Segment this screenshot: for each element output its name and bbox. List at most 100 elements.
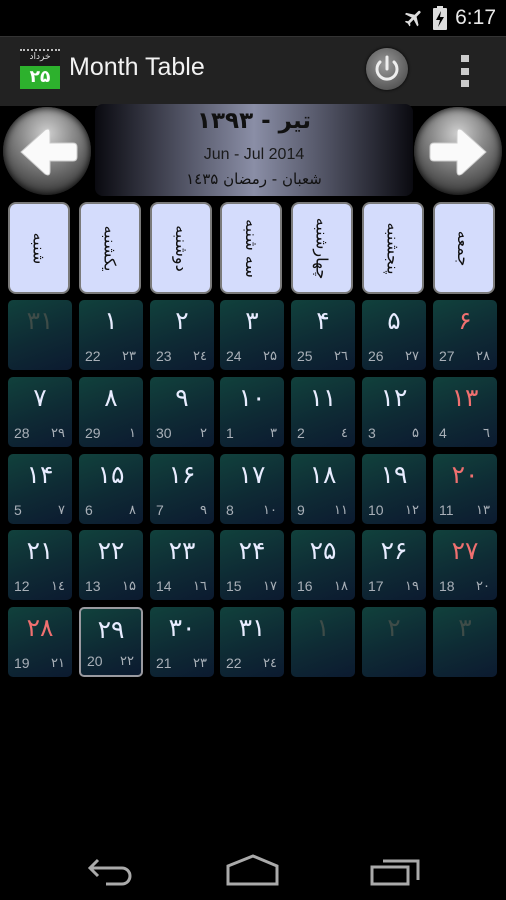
hijri-day-number: ۱۱	[334, 503, 348, 518]
weekday-label: دوشنبه	[171, 224, 191, 272]
calendar-day-cell[interactable]: ۲۴ 15 ۱۷	[220, 530, 284, 600]
gregorian-day-number: 13	[85, 578, 101, 594]
recent-apps-button[interactable]	[366, 852, 426, 888]
gregorian-day-number: 7	[156, 502, 164, 518]
hijri-day-number: ۱۹	[405, 579, 419, 594]
persian-day-number: ۳۱	[238, 613, 266, 642]
gregorian-day-number: 8	[226, 502, 234, 518]
gregorian-day-number: 27	[439, 348, 455, 364]
hijri-day-number: ۱۰	[263, 503, 277, 518]
calendar-day-cell[interactable]: ۳	[433, 607, 497, 677]
persian-day-number: ۲	[387, 613, 401, 642]
calendar-day-cell-today[interactable]: ۲۹ 20 ۲۲	[79, 607, 143, 677]
hijri-day-number: ۳	[270, 426, 277, 441]
hijri-day-number: ۲۵	[263, 349, 277, 364]
calendar-day-cell[interactable]: ۲۲ 13 ۱۵	[79, 530, 143, 600]
weekday-header: یکشنبه	[79, 202, 141, 294]
persian-day-number: ۱۳	[451, 383, 479, 412]
gregorian-day-number: 22	[226, 655, 242, 671]
calendar-day-cell[interactable]: ۴ 25 ۲٦	[291, 300, 355, 370]
gregorian-day-number: 25	[297, 348, 313, 364]
power-button[interactable]	[366, 48, 408, 90]
weekday-header: دوشنبه	[150, 202, 212, 294]
app-icon-month: خرداد	[20, 49, 60, 66]
persian-day-number: ۱۶	[168, 460, 196, 489]
calendar-day-cell[interactable]: ۱۱ 2 ٤	[291, 377, 355, 447]
calendar-day-cell[interactable]: ۱ 22 ۲۳	[79, 300, 143, 370]
arrow-right-icon	[429, 128, 487, 176]
weekday-label: شنبه	[29, 232, 49, 264]
calendar-day-cell[interactable]: ۳ 24 ۲۵	[220, 300, 284, 370]
calendar-day-cell[interactable]: ۲۰ 11 ۱۳	[433, 454, 497, 524]
persian-day-number: ۲۲	[97, 536, 125, 565]
calendar-day-cell[interactable]: ۹ 30 ۲	[150, 377, 214, 447]
recent-apps-icon	[370, 859, 420, 886]
hijri-day-number: ۲۱	[51, 656, 65, 671]
prev-month-button[interactable]	[3, 107, 91, 195]
hijri-day-number: ۱۵	[122, 579, 136, 594]
calendar-day-cell[interactable]: ۲	[362, 607, 426, 677]
gregorian-day-number: 4	[439, 425, 447, 441]
gregorian-day-number: 22	[85, 348, 101, 364]
hijri-day-number: ۱۸	[334, 579, 348, 594]
next-month-button[interactable]	[414, 107, 502, 195]
hijri-day-number: ۱۲	[405, 503, 419, 518]
calendar-day-cell[interactable]: ۱۴ 5 ۷	[8, 454, 72, 524]
calendar-day-cell[interactable]: ۱۷ 8 ۱۰	[220, 454, 284, 524]
calendar-day-cell[interactable]: ۲۳ 14 ۱٦	[150, 530, 214, 600]
month-banner: تیر - ۱۳۹۳ Jun - Jul 2014 شعبان - رمضان …	[95, 104, 413, 196]
calendar-day-cell[interactable]: ۱۲ 3 ۵	[362, 377, 426, 447]
hijri-day-number: ۲٤	[193, 349, 207, 364]
hijri-day-number: ٤	[341, 426, 348, 441]
calendar-day-cell[interactable]: ۶ 27 ۲۸	[433, 300, 497, 370]
gregorian-day-number: 28	[14, 425, 30, 441]
gregorian-day-number: 30	[156, 425, 172, 441]
calendar-day-cell[interactable]: ۳۱	[8, 300, 72, 370]
calendar-day-cell[interactable]: ۲ 23 ۲٤	[150, 300, 214, 370]
calendar-day-cell[interactable]: ۱۵ 6 ۸	[79, 454, 143, 524]
persian-day-number: ۱۹	[380, 460, 408, 489]
persian-day-number: ۲۳	[168, 536, 196, 565]
calendar-day-cell[interactable]: ۱۳ 4 ٦	[433, 377, 497, 447]
persian-day-number: ۱	[316, 613, 330, 642]
gregorian-day-number: 18	[439, 578, 455, 594]
gregorian-day-number: 16	[297, 578, 313, 594]
hijri-day-number: ۹	[200, 503, 207, 518]
action-bar: خرداد ۲۵ Month Table	[0, 36, 506, 106]
back-button[interactable]	[82, 852, 142, 888]
calendar-day-cell[interactable]: ۳۱ 22 ۲٤	[220, 607, 284, 677]
hijri-day-number: ۲	[200, 426, 207, 441]
calendar-day-cell[interactable]: ۱	[291, 607, 355, 677]
weekday-header-row: شنبه یکشنبه دوشنبه سه شنبه چهارشنبه پنجش…	[8, 202, 502, 296]
persian-day-number: ۱۱	[309, 383, 337, 412]
calendar-day-cell[interactable]: ۲۱ 12 ۱٤	[8, 530, 72, 600]
calendar-day-cell[interactable]: ۱۹ 10 ۱۲	[362, 454, 426, 524]
calendar-day-cell[interactable]: ۵ 26 ۲۷	[362, 300, 426, 370]
home-button[interactable]	[222, 852, 282, 888]
persian-day-number: ۲۰	[451, 460, 479, 489]
persian-day-number: ۴	[316, 306, 330, 335]
calendar-day-cell[interactable]: ۱۶ 7 ۹	[150, 454, 214, 524]
calendar-day-cell[interactable]: ۲۶ 17 ۱۹	[362, 530, 426, 600]
gregorian-day-number: 12	[14, 578, 30, 594]
hijri-day-number: ۱	[129, 426, 136, 441]
weekday-header: شنبه	[8, 202, 70, 294]
gregorian-day-number: 10	[368, 502, 384, 518]
persian-day-number: ۲۵	[309, 536, 337, 565]
weekday-label: چهارشنبه	[312, 217, 332, 279]
calendar-day-cell[interactable]: ۷ 28 ۲۹	[8, 377, 72, 447]
persian-day-number: ۲۶	[380, 536, 408, 565]
calendar-day-cell[interactable]: ۳۰ 21 ۲۳	[150, 607, 214, 677]
calendar-day-cell[interactable]: ۱۸ 9 ۱۱	[291, 454, 355, 524]
persian-day-number: ۲۹	[97, 615, 125, 644]
power-icon	[375, 55, 399, 81]
persian-day-number: ۲	[175, 306, 189, 335]
calendar-day-cell[interactable]: ۲۷ 18 ۲۰	[433, 530, 497, 600]
calendar-day-cell[interactable]: ۲۵ 16 ۱۸	[291, 530, 355, 600]
persian-day-number: ۷	[33, 383, 47, 412]
calendar-day-cell[interactable]: ۸ 29 ۱	[79, 377, 143, 447]
calendar-day-cell[interactable]: ۲۸ 19 ۲۱	[8, 607, 72, 677]
calendar-day-cell[interactable]: ۱۰ 1 ۳	[220, 377, 284, 447]
overflow-menu-button[interactable]	[458, 55, 472, 87]
hijri-day-number: ۷	[58, 503, 65, 518]
